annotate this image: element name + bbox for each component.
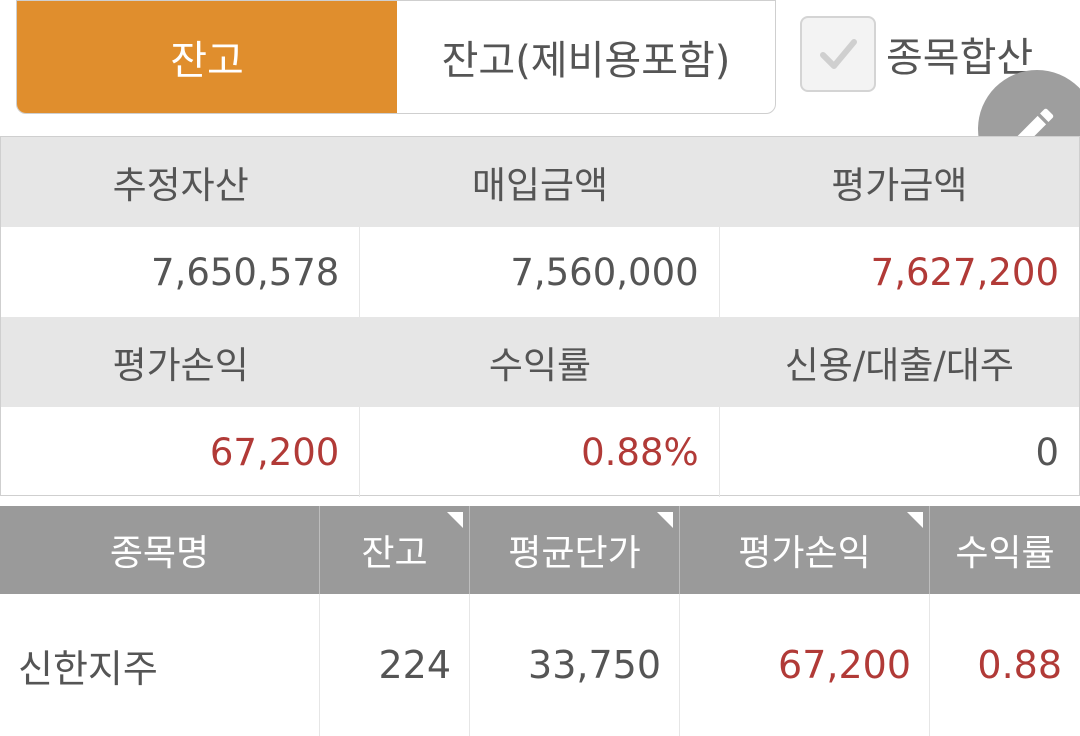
balance-mode-toggle: 잔고 잔고(제비용포함) [16, 0, 776, 114]
column-header-quantity-label: 잔고 [361, 533, 428, 574]
valuation-amount-label: 평가금액 [831, 164, 968, 207]
holdings-header: 종목명 잔고 평균단가 평가손익 수익률 [0, 506, 1080, 594]
valuation-amount-value: 7,627,200 [870, 250, 1059, 294]
combine-checkbox[interactable] [800, 16, 876, 92]
column-header-return[interactable]: 수익률 [930, 506, 1080, 594]
column-header-name[interactable]: 종목명 [0, 506, 320, 594]
column-header-quantity[interactable]: 잔고 [320, 506, 470, 594]
estimated-assets-label: 추정자산 [112, 164, 249, 207]
valuation-pl-value: 67,200 [1, 407, 361, 497]
balance-with-fees-tab[interactable]: 잔고(제비용포함) [397, 1, 775, 113]
column-header-name-label: 종목명 [109, 533, 210, 574]
column-header-return-label: 수익률 [955, 533, 1055, 574]
balance-screen: 잔고 잔고(제비용포함) 종목합산 추정자산 매입금액 평가금액 7,650,5… [0, 0, 1080, 736]
table-row[interactable]: 신한지주 224 33,750 67,200 0.88 [0, 594, 1080, 736]
credit-loan-label: 신용/대출/대주 [784, 344, 1014, 387]
balance-tab[interactable]: 잔고 [17, 1, 397, 113]
return-rate-value: 0.88% [360, 407, 720, 497]
summary-value-row-1: 7,650,578 7,560,000 7,627,200 [1, 227, 1079, 317]
valuation-pl-label: 평가손익 [112, 344, 249, 387]
sort-corner-icon [447, 512, 463, 528]
purchase-amount-label: 매입금액 [471, 164, 609, 207]
sort-corner-icon [907, 512, 923, 528]
column-header-pl[interactable]: 평가손익 [680, 506, 930, 594]
summary-header-row-2: 평가손익 수익률 신용/대출/대주 [1, 317, 1079, 407]
estimated-assets-value: 7,650,578 [1, 227, 361, 317]
account-summary: 추정자산 매입금액 평가금액 7,650,578 7,560,000 7,627… [0, 136, 1080, 497]
column-header-pl-label: 평가손익 [738, 533, 871, 574]
credit-loan-value: 0 [1035, 430, 1059, 474]
stock-return: 0.88 [977, 643, 1062, 687]
stock-quantity: 224 [320, 594, 470, 736]
return-rate-label: 수익률 [488, 344, 592, 387]
combine-label: 종목합산 [886, 35, 1034, 81]
sort-corner-icon [657, 512, 673, 528]
summary-header-row-1: 추정자산 매입금액 평가금액 [1, 137, 1079, 227]
column-header-avg-price[interactable]: 평균단가 [470, 506, 680, 594]
combine-holdings-toggle[interactable]: 종목합산 [800, 16, 1033, 92]
column-header-avg-price-label: 평균단가 [508, 533, 641, 574]
summary-value-row-2: 67,200 0.88% 0 [1, 407, 1079, 497]
stock-pl: 67,200 [680, 594, 930, 736]
stock-avg-price: 33,750 [470, 594, 680, 736]
purchase-amount-value: 7,560,000 [360, 227, 720, 317]
holdings-table: 종목명 잔고 평균단가 평가손익 수익률 신한지주 224 33,750 67,… [0, 506, 1080, 736]
stock-name: 신한지주 [0, 594, 320, 736]
checkmark-icon [820, 39, 857, 69]
